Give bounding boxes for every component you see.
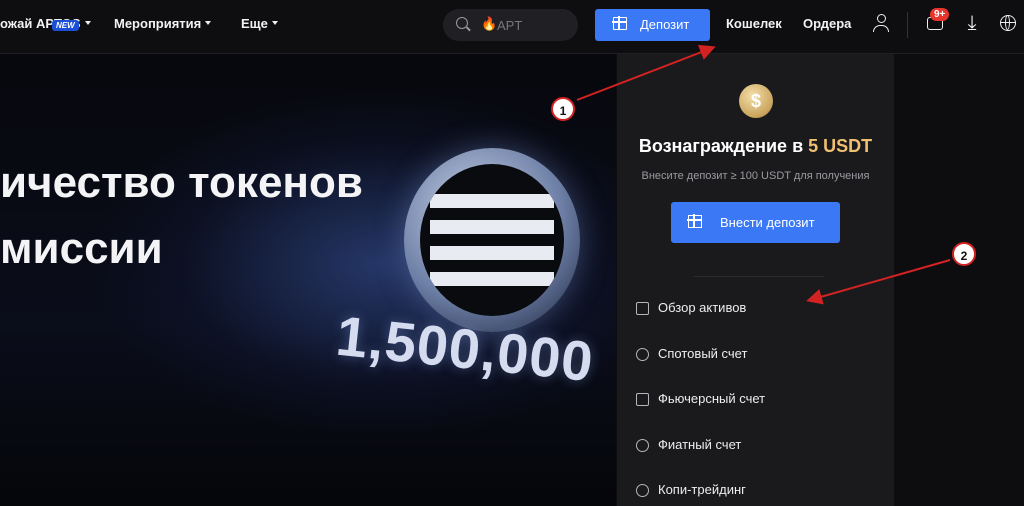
menu-item-label: Копи-трейдинг xyxy=(658,482,746,497)
search-placeholder: APT xyxy=(497,18,523,33)
nav-aptos[interactable]: ожай APTOS NEW xyxy=(0,16,91,31)
nav-orders[interactable]: Ордера xyxy=(803,16,851,31)
wallet-dropdown: $ Вознаграждение в 5 USDT Внесите депози… xyxy=(617,54,894,506)
gift-icon xyxy=(687,214,702,228)
make-deposit-label: Внести депозит xyxy=(720,215,815,230)
menu-item-label: Фьючерсный счет xyxy=(658,391,766,406)
make-deposit-button[interactable]: Внести депозит xyxy=(671,202,840,243)
menu-item-futures-account[interactable]: Фьючерсный счет xyxy=(617,385,894,415)
promo-banner[interactable]: ичество токенов миссии 1,500,000 xyxy=(0,54,616,506)
futures-icon xyxy=(636,393,649,406)
banner-title-line: миссии xyxy=(0,224,163,273)
menu-item-assets-overview[interactable]: Обзор активов xyxy=(617,294,894,324)
menu-item-spot-account[interactable]: Спотовый счет xyxy=(617,340,894,370)
reward-title-prefix: Вознаграждение в xyxy=(638,136,809,156)
reward-coin-icon: $ xyxy=(739,84,773,118)
nav-events[interactable]: Мероприятия xyxy=(114,16,212,31)
nav-events-label: Мероприятия xyxy=(114,16,202,31)
menu-item-fiat-account[interactable]: Фиатный счет xyxy=(617,431,894,461)
globe-icon[interactable] xyxy=(1000,15,1016,31)
menu-item-label: Обзор активов xyxy=(658,300,747,315)
copy-trading-icon xyxy=(636,484,649,497)
nav-more-label: Еще xyxy=(241,16,268,31)
gift-icon xyxy=(612,16,627,30)
divider xyxy=(907,12,908,38)
reward-title: Вознаграждение в 5 USDT xyxy=(617,136,894,157)
menu-item-label: Фиатный счет xyxy=(658,437,742,452)
nav-more[interactable]: Еще xyxy=(241,16,278,31)
annotation-marker-1: 1 xyxy=(551,97,575,121)
annotation-marker-2: 2 xyxy=(952,242,976,266)
download-icon[interactable]: ⤓ xyxy=(962,12,982,34)
menu-item-label: Спотовый счет xyxy=(658,346,748,361)
reward-amount: 5 USDT xyxy=(808,136,873,156)
deposit-button-label: Депозит xyxy=(640,17,690,32)
reward-subtitle: Внесите депозит ≥ 100 USDT для получения xyxy=(641,170,870,182)
search-icon xyxy=(456,17,468,29)
fiat-icon xyxy=(636,439,649,452)
new-badge: NEW xyxy=(52,20,79,31)
nav-wallet[interactable]: Кошелек xyxy=(726,16,782,31)
search-input[interactable]: 🔥 APT xyxy=(443,9,578,41)
wallet-icon xyxy=(636,302,649,315)
menu-item-copy-trading[interactable]: Копи-трейдинг xyxy=(617,476,894,506)
user-icon[interactable] xyxy=(872,14,890,34)
spot-icon xyxy=(636,348,649,361)
banner-title: ичество токенов миссии xyxy=(0,150,363,282)
notification-badge: 9+ xyxy=(930,8,950,21)
deposit-button[interactable]: Депозит xyxy=(595,9,710,41)
flame-icon: 🔥 xyxy=(481,16,498,31)
divider xyxy=(694,276,824,277)
chevron-down-icon xyxy=(205,20,212,25)
banner-title-line: ичество токенов xyxy=(0,158,363,207)
aptos-coin-icon xyxy=(404,148,580,332)
banner-amount: 1,500,000 xyxy=(333,303,597,394)
top-navigation-bar: ожай APTOS NEW Мероприятия Еще 🔥 APT Деп… xyxy=(0,0,1024,54)
chevron-down-icon xyxy=(271,20,278,25)
chevron-down-icon xyxy=(84,20,91,25)
